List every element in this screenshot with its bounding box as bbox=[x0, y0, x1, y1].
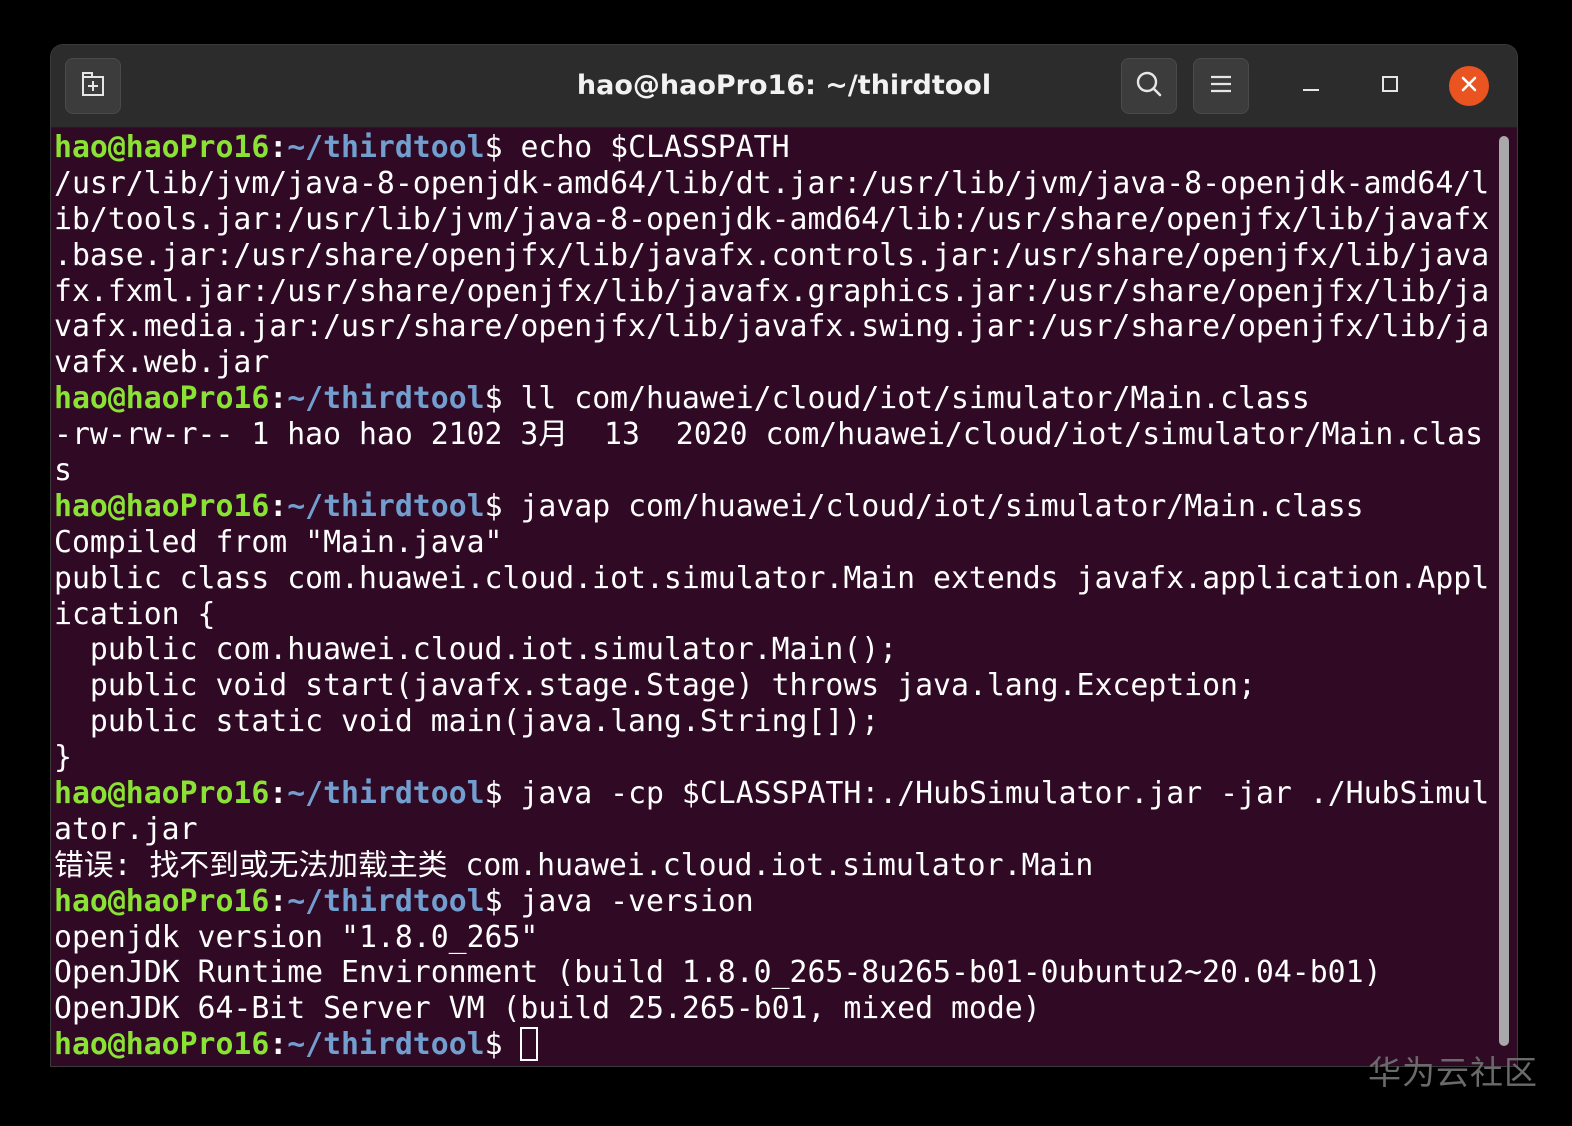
prompt-line: hao@haoPro16:~/thirdtool$ java -version bbox=[54, 884, 1494, 920]
output-line: s bbox=[54, 453, 72, 489]
output-line: ication { bbox=[54, 596, 216, 632]
terminal-scrollbar[interactable] bbox=[1499, 136, 1509, 1046]
prompt-line: hao@haoPro16:~/thirdtool$ echo $CLASSPAT… bbox=[54, 130, 1494, 166]
menu-button[interactable] bbox=[1193, 58, 1249, 114]
minimize-icon bbox=[1301, 74, 1321, 99]
terminal-window: hao@haoPro16: ~/thirdtool hao@haoPro16:~… bbox=[51, 45, 1517, 1066]
command-text: java -cp $CLASSPATH:./HubSimulator.jar -… bbox=[502, 776, 1490, 812]
search-button[interactable] bbox=[1121, 58, 1177, 114]
close-icon bbox=[1459, 74, 1479, 99]
prompt-separator: : bbox=[269, 130, 288, 165]
terminal-output: hao@haoPro16:~/thirdtool$ echo $CLASSPAT… bbox=[54, 130, 1494, 1063]
output-line: public static void main(java.lang.String… bbox=[54, 704, 880, 740]
prompt-user-host: hao@haoPro16 bbox=[54, 776, 270, 812]
output-line: /usr/lib/jvm/java-8-openjdk-amd64/lib/dt… bbox=[54, 165, 1490, 201]
prompt-dollar: $ bbox=[484, 488, 503, 524]
watermark: 华为云社区 bbox=[1368, 1053, 1538, 1092]
minimize-button[interactable] bbox=[1291, 66, 1331, 106]
prompt-user-host: hao@haoPro16 bbox=[54, 381, 270, 417]
prompt-separator: : bbox=[269, 1027, 288, 1063]
command-text bbox=[503, 1027, 521, 1062]
prompt-path: ~/thirdtool bbox=[287, 381, 485, 417]
output-line: -rw-rw-r-- 1 hao hao 2102 3月 13 2020 com… bbox=[54, 417, 1484, 453]
output-line: 错误: 找不到或无法加载主类 com.huawei.cloud.iot.simu… bbox=[54, 847, 1094, 883]
output-line: ib/tools.jar:/usr/lib/jvm/java-8-openjdk… bbox=[54, 201, 1490, 237]
output-line: public void start(javafx.stage.Stage) th… bbox=[54, 668, 1256, 704]
prompt-user-host: hao@haoPro16 bbox=[54, 488, 270, 524]
output-line: public class com.huawei.cloud.iot.simula… bbox=[54, 560, 1490, 596]
output-line: Compiled from "Main.java" bbox=[54, 524, 503, 560]
prompt-dollar: $ bbox=[484, 130, 503, 165]
output-line: OpenJDK Runtime Environment (build 1.8.0… bbox=[54, 955, 1382, 991]
output-line: vafx.media.jar:/usr/share/openjfx/lib/ja… bbox=[54, 309, 1490, 345]
prompt-user-host: hao@haoPro16 bbox=[54, 883, 270, 919]
prompt-dollar: $ bbox=[484, 381, 503, 417]
new-tab-icon bbox=[78, 69, 108, 104]
output-line: ator.jar bbox=[54, 811, 198, 847]
prompt-separator: : bbox=[269, 381, 288, 417]
output-line: } bbox=[54, 740, 72, 776]
new-tab-button[interactable] bbox=[65, 58, 121, 114]
hamburger-menu-icon bbox=[1208, 71, 1234, 102]
text-cursor bbox=[520, 1027, 539, 1062]
prompt-dollar: $ bbox=[484, 883, 503, 919]
prompt-path: ~/thirdtool bbox=[287, 1027, 485, 1063]
output-line: vafx.web.jar bbox=[54, 345, 270, 381]
command-text: java -version bbox=[502, 883, 754, 919]
prompt-dollar: $ bbox=[484, 1027, 503, 1063]
output-line: fx.fxml.jar:/usr/share/openjfx/lib/javaf… bbox=[54, 273, 1490, 309]
prompt-line: hao@haoPro16:~/thirdtool$ ll com/huawei/… bbox=[54, 381, 1494, 417]
prompt-path: ~/thirdtool bbox=[287, 776, 485, 812]
command-text: ll com/huawei/cloud/iot/simulator/Main.c… bbox=[502, 381, 1310, 417]
title-bar[interactable]: hao@haoPro16: ~/thirdtool bbox=[51, 45, 1517, 128]
prompt-line: hao@haoPro16:~/thirdtool$ bbox=[54, 1027, 1494, 1063]
search-icon bbox=[1134, 69, 1164, 104]
prompt-line: hao@haoPro16:~/thirdtool$ java -cp $CLAS… bbox=[54, 776, 1494, 812]
prompt-path: ~/thirdtool bbox=[287, 488, 485, 524]
output-line: openjdk version "1.8.0_265" bbox=[54, 919, 539, 955]
command-text: javap com/huawei/cloud/iot/simulator/Mai… bbox=[502, 488, 1364, 524]
prompt-separator: : bbox=[269, 776, 288, 812]
prompt-dollar: $ bbox=[484, 776, 503, 812]
output-line: .base.jar:/usr/share/openjfx/lib/javafx.… bbox=[54, 237, 1490, 273]
close-button[interactable] bbox=[1449, 66, 1489, 106]
prompt-user-host: hao@haoPro16 bbox=[54, 130, 270, 165]
maximize-button[interactable] bbox=[1370, 66, 1410, 106]
output-line: OpenJDK 64-Bit Server VM (build 25.265-b… bbox=[54, 991, 1041, 1027]
output-line: public com.huawei.cloud.iot.simulator.Ma… bbox=[54, 632, 898, 668]
prompt-path: ~/thirdtool bbox=[287, 883, 485, 919]
prompt-separator: : bbox=[269, 883, 288, 919]
terminal-area[interactable]: hao@haoPro16:~/thirdtool$ echo $CLASSPAT… bbox=[51, 128, 1517, 1066]
prompt-user-host: hao@haoPro16 bbox=[54, 1027, 270, 1063]
maximize-icon bbox=[1380, 74, 1400, 99]
prompt-path: ~/thirdtool bbox=[287, 130, 485, 165]
prompt-line: hao@haoPro16:~/thirdtool$ javap com/huaw… bbox=[54, 489, 1494, 525]
command-text: echo $CLASSPATH bbox=[502, 130, 790, 165]
prompt-separator: : bbox=[269, 488, 288, 524]
